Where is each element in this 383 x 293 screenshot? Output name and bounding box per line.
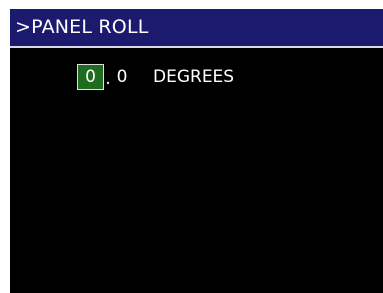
fraction-digit-field[interactable]: 0 (114, 64, 130, 90)
display-screen: >PANEL ROLL 0 . 0 DEGREES (10, 9, 383, 293)
integer-digit-field[interactable]: 0 (77, 64, 104, 90)
title-label: PANEL ROLL (31, 16, 149, 38)
units-label: DEGREES (153, 67, 235, 87)
decimal-point: . (105, 69, 111, 89)
title-bar: >PANEL ROLL (10, 9, 383, 48)
prompt-caret: > (15, 16, 32, 38)
page-title: >PANEL ROLL (15, 16, 149, 38)
